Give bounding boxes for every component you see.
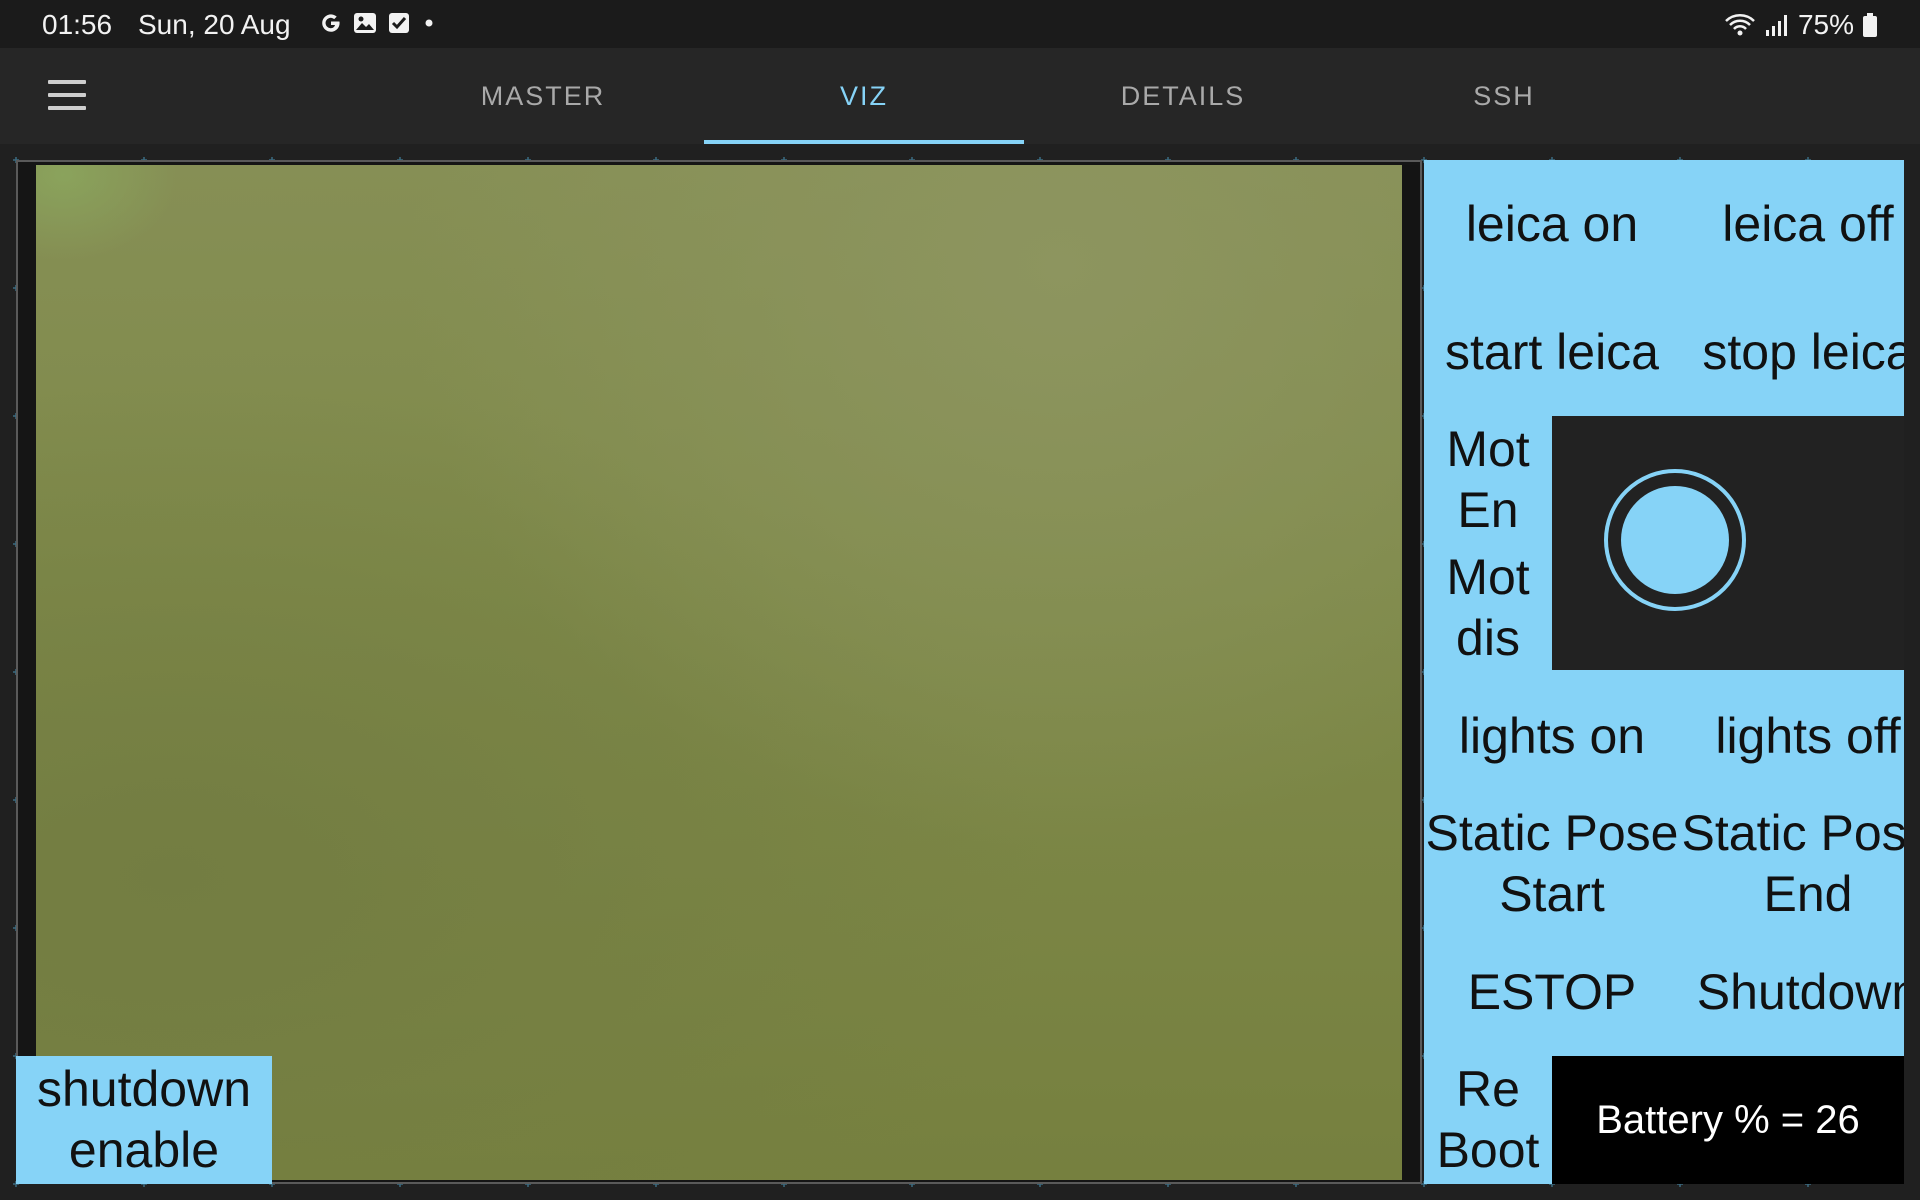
lights-on-button[interactable]: lights on	[1424, 672, 1680, 800]
static-pose-start-button[interactable]: Static Pose Start	[1424, 800, 1680, 928]
joystick-pad[interactable]	[1552, 416, 1904, 670]
status-system-icons: 75%	[1724, 9, 1878, 41]
camera-video-feed[interactable]	[36, 165, 1402, 1180]
stop-leica-button[interactable]: stop leica	[1680, 288, 1904, 416]
app-bar: MASTER VIZ DETAILS SSH	[0, 48, 1920, 144]
hamburger-menu-icon[interactable]	[48, 80, 96, 112]
control-panel: leica on leica off start leica stop leic…	[1424, 160, 1904, 1184]
tab-ssh[interactable]: SSH	[1344, 48, 1664, 144]
battery-icon	[1863, 13, 1877, 37]
google-icon	[322, 14, 340, 32]
status-time: 01:56	[42, 9, 113, 40]
task-check-icon	[389, 13, 409, 33]
estop-button[interactable]: ESTOP	[1424, 928, 1680, 1056]
motor-enable-button[interactable]: Mot En	[1424, 416, 1552, 544]
shutdown-button[interactable]: Shutdown	[1680, 928, 1904, 1056]
status-bar: 01:56 Sun, 20 Aug 75%	[0, 0, 1920, 48]
joystick-ring	[1604, 469, 1746, 611]
tab-details[interactable]: DETAILS	[1023, 48, 1343, 144]
start-leica-button[interactable]: start leica	[1424, 288, 1680, 416]
status-notification-icons	[318, 10, 438, 36]
leica-off-button[interactable]: leica off	[1680, 160, 1904, 288]
wifi-icon	[1725, 14, 1755, 36]
battery-readout: Battery % = 26	[1552, 1056, 1904, 1184]
motor-disable-button[interactable]: Mot dis	[1424, 544, 1552, 672]
tab-master[interactable]: MASTER	[383, 48, 703, 144]
status-date: Sun, 20 Aug	[138, 9, 291, 40]
notification-dot-icon	[425, 19, 433, 27]
joystick-knob[interactable]	[1621, 486, 1729, 594]
video-edge	[1402, 165, 1420, 1180]
tab-viz[interactable]: VIZ	[704, 48, 1024, 144]
signal-icon	[1765, 15, 1787, 36]
battery-percent: 75%	[1797, 9, 1854, 40]
static-pose-end-button[interactable]: Static Pose End	[1680, 800, 1904, 928]
shutdown-enable-button[interactable]: shutdown enable	[16, 1056, 272, 1184]
gallery-icon	[354, 13, 376, 33]
leica-on-button[interactable]: leica on	[1424, 160, 1680, 288]
lights-off-button[interactable]: lights off	[1680, 672, 1904, 800]
reboot-button[interactable]: Re Boot	[1424, 1056, 1552, 1184]
